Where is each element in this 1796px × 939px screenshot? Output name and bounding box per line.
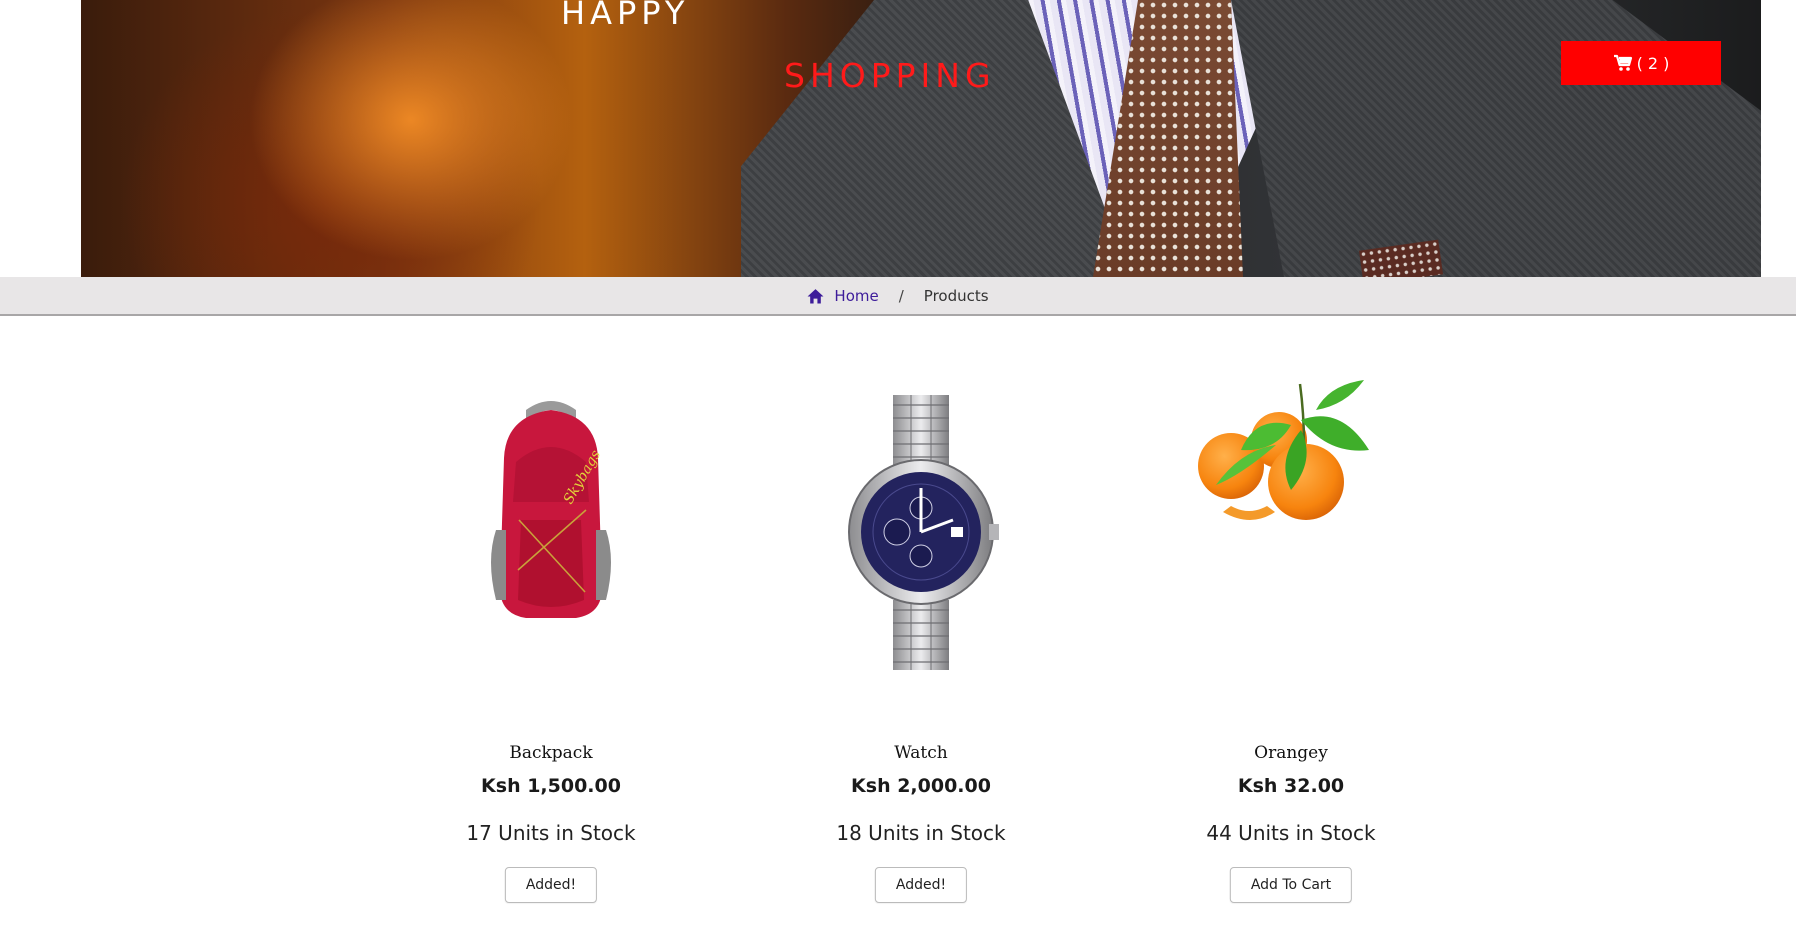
- home-icon: [807, 288, 824, 303]
- product-price: Ksh 1,500.00: [481, 775, 621, 797]
- product-price: Ksh 32.00: [1237, 775, 1345, 797]
- add-to-cart-button[interactable]: Added!: [504, 867, 598, 903]
- product-name: Orangey: [1254, 743, 1328, 763]
- breadcrumb-home-link[interactable]: Home: [807, 286, 879, 305]
- product-image[interactable]: Skybags: [401, 370, 701, 690]
- cart-button[interactable]: ( 2 ): [1561, 41, 1721, 85]
- shopping-cart-icon: [1613, 54, 1632, 71]
- product-image[interactable]: [771, 370, 1071, 690]
- breadcrumb-separator: /: [898, 286, 904, 305]
- breadcrumb-home-label: Home: [834, 286, 879, 305]
- backpack-image: Skybags: [491, 401, 611, 618]
- breadcrumb-current: Products: [923, 286, 989, 305]
- hero-title-shopping: SHOPPING: [784, 56, 996, 95]
- add-to-cart-button[interactable]: Added!: [874, 867, 968, 903]
- product-stock: 44 Units in Stock: [1206, 821, 1376, 845]
- add-to-cart-button[interactable]: Add To Cart: [1229, 867, 1353, 903]
- product-name: Backpack: [509, 743, 593, 763]
- product-card-watch: Watch Ksh 2,000.00 18 Units in Stock Add…: [771, 370, 1071, 903]
- product-stock: 18 Units in Stock: [836, 821, 1006, 845]
- product-image[interactable]: [1141, 370, 1441, 690]
- hero-title-happy: HAPPY: [561, 0, 690, 32]
- product-name: Watch: [894, 743, 948, 763]
- product-stock: 17 Units in Stock: [466, 821, 636, 845]
- hero-banner: HAPPY SHOPPING ( 2 ): [81, 0, 1761, 277]
- watch-image: [848, 395, 999, 670]
- oranges-image: [1198, 380, 1369, 520]
- product-card-orangey: Orangey Ksh 32.00 44 Units in Stock Add …: [1141, 370, 1441, 903]
- product-price: Ksh 2,000.00: [851, 775, 991, 797]
- breadcrumb: Home / Products: [0, 277, 1796, 316]
- cart-count: ( 2 ): [1636, 53, 1670, 73]
- product-card-backpack: Skybags Backpack Ksh 1,500.00 17 Units i…: [401, 370, 701, 903]
